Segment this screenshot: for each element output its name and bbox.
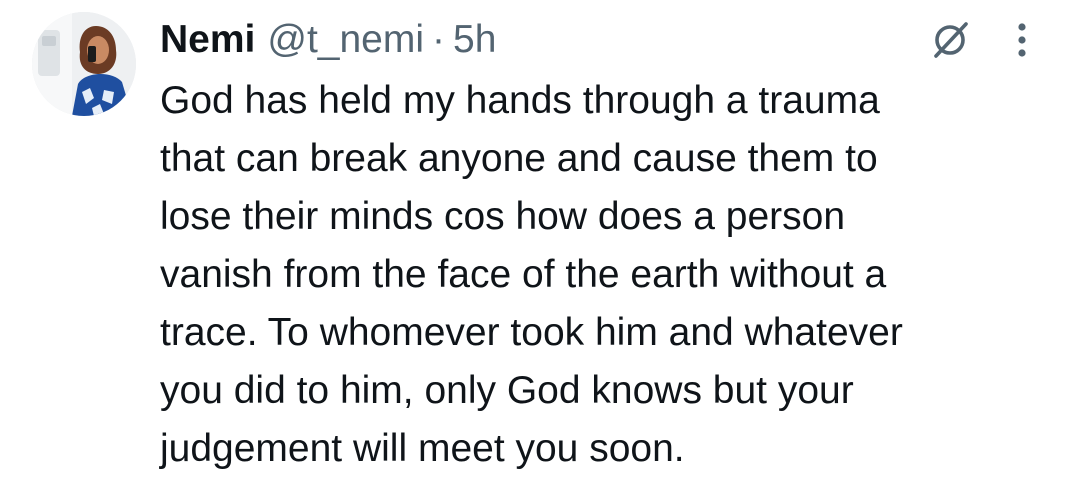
separator-dot: · — [432, 18, 446, 61]
more-options-button[interactable] — [1000, 14, 1044, 66]
author-handle[interactable]: @t_nemi — [267, 12, 424, 68]
author-name[interactable]: Nemi — [160, 12, 255, 68]
timestamp[interactable]: 5h — [453, 12, 496, 68]
grok-icon — [934, 22, 968, 58]
profile-photo-icon — [32, 12, 136, 116]
tweet-header: Nemi @t_nemi · 5h — [160, 12, 496, 68]
tweet-text: God has held my hands through a trauma t… — [160, 79, 903, 470]
more-vertical-icon — [1018, 23, 1026, 57]
avatar[interactable] — [32, 12, 136, 116]
grok-button[interactable] — [924, 14, 976, 66]
tweet[interactable]: Nemi @t_nemi · 5h God has held my hands … — [0, 0, 1080, 498]
